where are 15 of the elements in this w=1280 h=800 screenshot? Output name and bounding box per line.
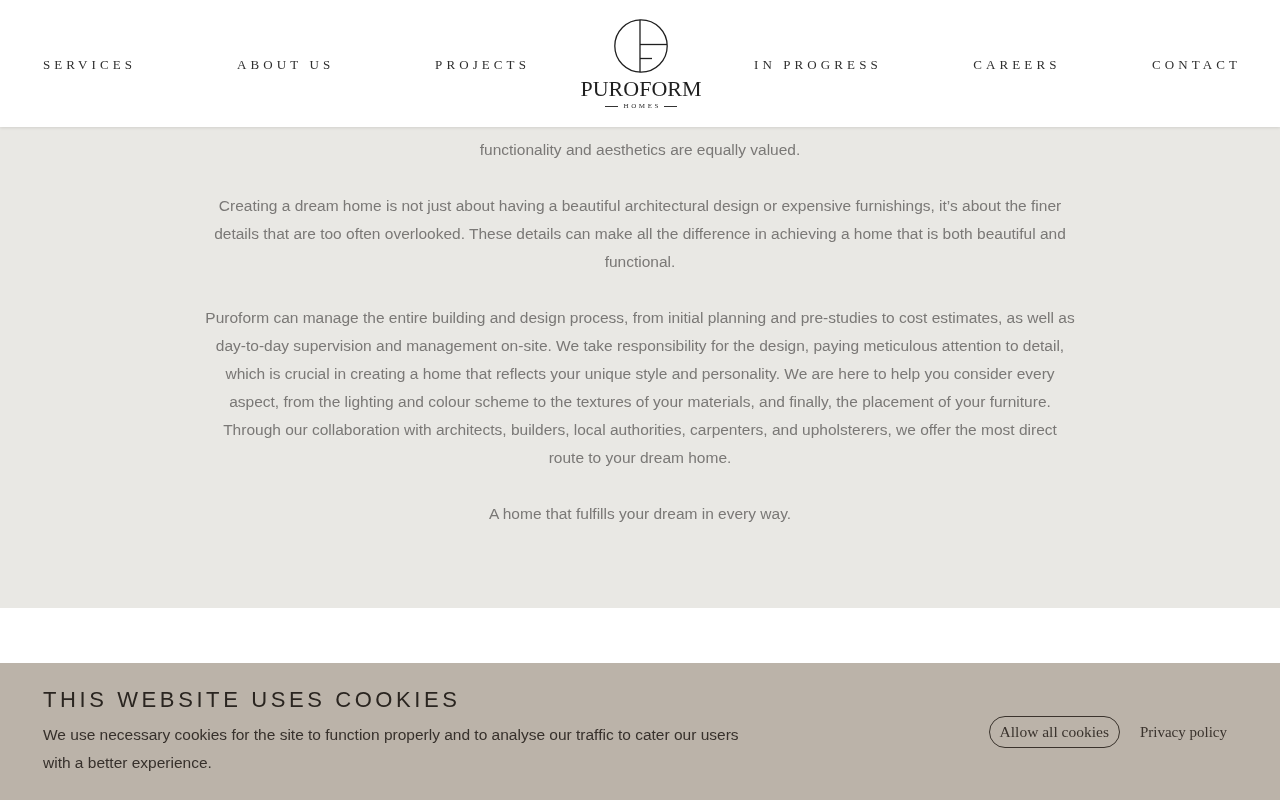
nav-link[interactable]: IN PROGRESS: [754, 56, 882, 73]
brand-name[interactable]: PUROFORM: [580, 78, 702, 100]
logo-icon[interactable]: [614, 19, 668, 73]
cookie-text: We use necessary cookies for the site to function properly and to analyse our traffic to cater our users with a better experience.: [43, 725, 740, 773]
intro-paragraph: functionality and aesthetics are equally valued.: [478, 140, 802, 160]
nav-link[interactable]: ABOUT US: [237, 56, 335, 73]
nav-link[interactable]: PROJECTS: [435, 56, 530, 73]
cookie-title: THIS WEBSITE USES COOKIES: [43, 686, 462, 714]
nav-link[interactable]: SERVICES: [43, 56, 137, 73]
intro-paragraph: Puroform can manage the entire building and design process, from initial planning and pre-studies to cost estimates, as well as day-to-day supervision and management on-site. We take responsibility for the design, paying meticulous attention to detail, which is crucial in creating a home that reflects your unique style and personality. We are here to help you consider every aspect, from the lighting and colour scheme to the textures of your materials, and finally, the placement of your furniture. Through our collaboration with architects, builders, local authorities, carpenters, and upholsterers, we offer the most direct route to your dream home.: [205, 308, 1075, 468]
nav-link[interactable]: CONTACT: [1151, 56, 1241, 73]
nav-link[interactable]: CAREERS: [973, 56, 1061, 73]
intro-paragraph: Creating a dream home is not just about having a beautiful architectural design or expensive furnishings, it’s about the finer details that are too often overlooked. These details can make all the difference in achieving a home that is both beautiful and functional.: [213, 196, 1067, 272]
privacy-policy-link[interactable]: Privacy policy: [1139, 723, 1227, 741]
intro-paragraph: A home that fulfills your dream in every way.: [487, 504, 793, 524]
